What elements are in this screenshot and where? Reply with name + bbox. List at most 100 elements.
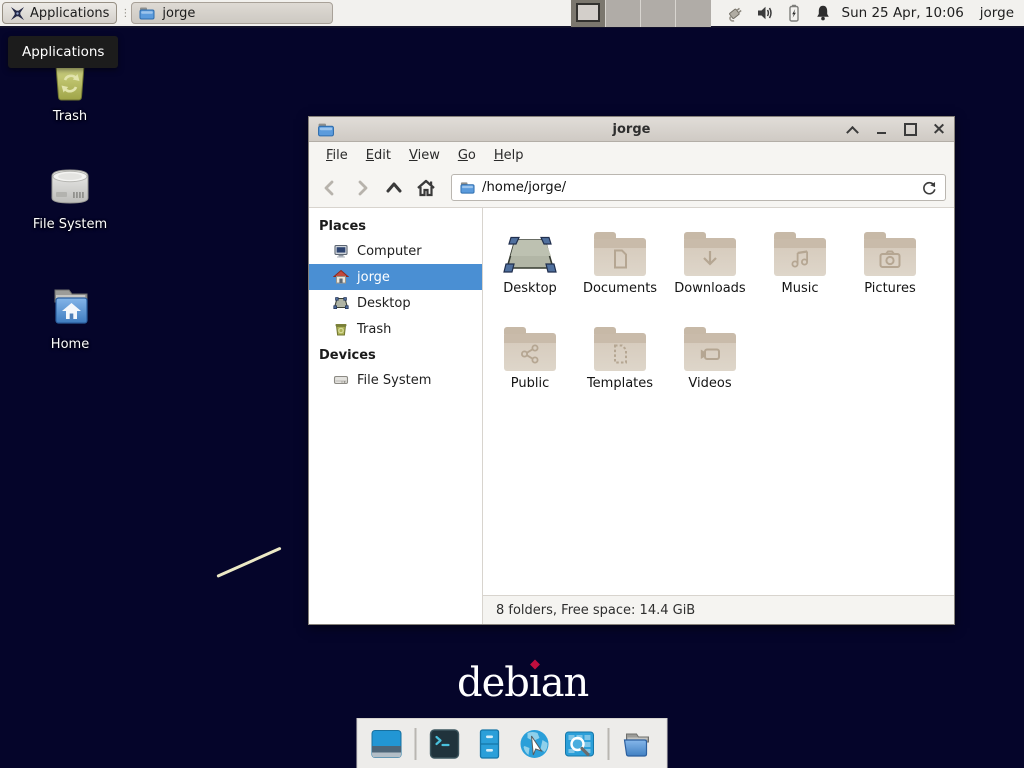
applications-menu-button[interactable]: Applications <box>2 2 117 24</box>
sidebar-item-desktop[interactable]: Desktop <box>309 290 482 316</box>
top-panel: Applications ⋮ jorge <box>0 0 1024 28</box>
folder-icon <box>684 238 736 276</box>
close-button[interactable]: × <box>932 122 946 136</box>
maximize-button[interactable] <box>903 122 917 136</box>
show-desktop-button[interactable] <box>370 727 404 761</box>
home-icon <box>415 177 437 199</box>
hard-drive-icon <box>45 162 95 210</box>
sidebar-item-label: Trash <box>357 322 391 337</box>
folder-icon <box>774 238 826 276</box>
folder-icon <box>864 238 916 276</box>
home-button[interactable] <box>413 175 439 201</box>
desktop-icon-home[interactable]: Home <box>24 280 116 352</box>
panel-username[interactable]: jorge <box>980 5 1014 21</box>
sidebar: Places Computer jorge <box>309 208 483 624</box>
workspace-2[interactable] <box>606 0 641 27</box>
menu-view[interactable]: View <box>400 144 449 167</box>
workspace-pager[interactable] <box>571 0 711 27</box>
minimize-button[interactable] <box>874 122 888 136</box>
folder-icon <box>594 333 646 371</box>
sidebar-header-devices: Devices <box>309 342 482 367</box>
folder-icon <box>504 333 556 371</box>
folder-icon <box>460 180 475 195</box>
sidebar-item-label: Computer <box>357 244 422 259</box>
file-manager-launcher[interactable] <box>473 727 507 761</box>
taskbar-window-label: jorge <box>162 6 195 21</box>
cursor-trail-artifact <box>216 547 281 578</box>
shade-button[interactable] <box>845 122 859 136</box>
folder-icon <box>594 238 646 276</box>
terminal-launcher[interactable] <box>428 727 462 761</box>
sidebar-item-jorge[interactable]: jorge <box>309 264 482 290</box>
desktop-icon-label: Home <box>24 337 116 352</box>
sidebar-header-places: Places <box>309 213 482 238</box>
file-label: Music <box>782 281 819 296</box>
system-tray <box>725 4 832 22</box>
file-item-public[interactable]: Public <box>485 317 575 412</box>
sidebar-item-trash[interactable]: Trash <box>309 316 482 342</box>
sidebar-item-file-system[interactable]: File System <box>309 367 482 393</box>
menu-edit[interactable]: Edit <box>357 144 400 167</box>
workspace-3[interactable] <box>641 0 676 27</box>
file-item-templates[interactable]: Templates <box>575 317 665 412</box>
workspace-4[interactable] <box>676 0 710 27</box>
window-titlebar[interactable]: jorge × <box>309 117 954 142</box>
battery-charging-icon[interactable] <box>785 4 803 22</box>
folder-icon <box>621 728 655 760</box>
location-input[interactable]: /home/jorge/ <box>482 180 914 195</box>
desktop-icon <box>502 232 558 276</box>
taskbar-window-button[interactable]: jorge <box>131 2 333 24</box>
dock <box>357 718 668 768</box>
folder-icon <box>684 333 736 371</box>
volume-icon[interactable] <box>756 4 774 22</box>
folder-icon <box>139 5 155 21</box>
forward-button[interactable] <box>349 175 375 201</box>
file-view[interactable]: Desktop Documents <box>483 208 954 595</box>
reload-icon[interactable] <box>921 180 937 196</box>
file-item-pictures[interactable]: Pictures <box>845 222 935 317</box>
menu-file[interactable]: File <box>317 144 357 167</box>
window-folder-icon <box>317 121 335 138</box>
debian-logo: debıan <box>457 660 588 706</box>
desktop-icon-label: Trash <box>24 109 116 124</box>
sidebar-item-computer[interactable]: Computer <box>309 238 482 264</box>
back-icon <box>319 177 341 199</box>
back-button[interactable] <box>317 175 343 201</box>
app-finder-icon <box>564 728 596 760</box>
status-text: 8 folders, Free space: 14.4 GiB <box>496 603 695 618</box>
notifications-bell-icon[interactable] <box>814 4 832 22</box>
file-label: Pictures <box>864 281 915 296</box>
file-item-music[interactable]: Music <box>755 222 845 317</box>
file-item-downloads[interactable]: Downloads <box>665 222 755 317</box>
panel-clock[interactable]: Sun 25 Apr, 10:06 <box>842 5 964 21</box>
app-finder-launcher[interactable] <box>563 727 597 761</box>
workspace-window-thumb <box>576 3 600 22</box>
panel-separator-grip: ⋮ <box>120 8 128 19</box>
file-item-videos[interactable]: Videos <box>665 317 755 412</box>
home-icon <box>333 269 349 285</box>
computer-icon <box>333 243 349 259</box>
desktop-icon-file-system[interactable]: File System <box>24 160 116 232</box>
file-label: Downloads <box>674 281 745 296</box>
menu-go[interactable]: Go <box>449 144 485 167</box>
dock-separator <box>415 728 417 760</box>
web-browser-launcher[interactable] <box>518 727 552 761</box>
desktop-icon <box>333 295 349 311</box>
menu-help[interactable]: Help <box>485 144 533 167</box>
file-label: Videos <box>688 376 731 391</box>
applications-tooltip: Applications <box>8 36 118 68</box>
show-desktop-icon <box>371 729 403 759</box>
applications-menu-label: Applications <box>30 6 109 21</box>
workspace-1[interactable] <box>571 0 606 27</box>
directory-menu-launcher[interactable] <box>621 727 655 761</box>
trash-icon <box>333 321 349 337</box>
sidebar-item-label: Desktop <box>357 296 411 311</box>
file-manager-window: jorge × File Edit View Go Help <box>308 116 955 625</box>
file-item-documents[interactable]: Documents <box>575 222 665 317</box>
location-bar[interactable]: /home/jorge/ <box>451 174 946 201</box>
network-wired-icon[interactable] <box>725 4 745 22</box>
file-item-desktop[interactable]: Desktop <box>485 222 575 317</box>
up-button[interactable] <box>381 175 407 201</box>
sidebar-item-label: File System <box>357 373 431 388</box>
file-label: Desktop <box>503 281 557 296</box>
